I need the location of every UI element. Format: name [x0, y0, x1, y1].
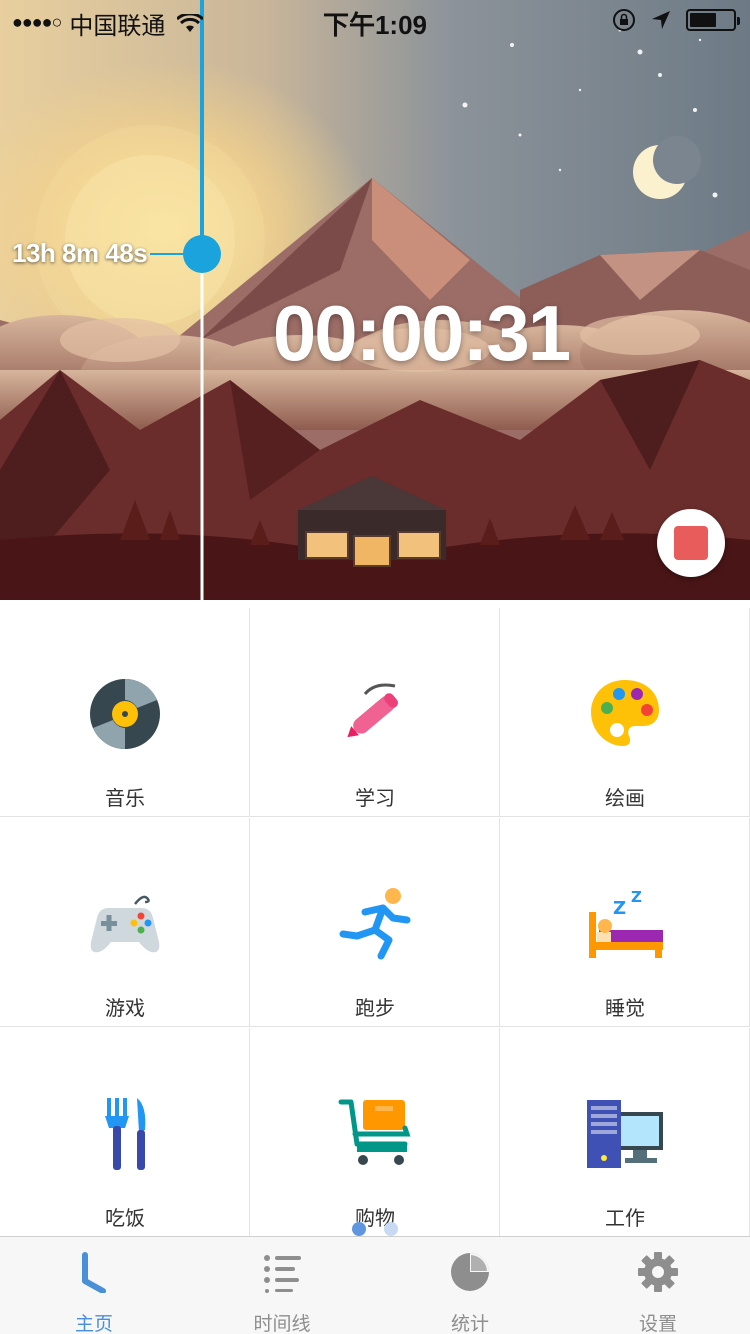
elapsed-time-label: 13h 8m 48s	[12, 238, 148, 268]
category-running[interactable]: 跑步	[250, 818, 500, 1027]
fork-knife-icon	[105, 1098, 146, 1170]
category-music[interactable]: 音乐	[0, 608, 250, 817]
battery-icon	[686, 9, 740, 31]
tab-label: 设置	[638, 1314, 677, 1334]
timer-display: 00:00:31	[272, 289, 571, 377]
page-dot-active[interactable]	[352, 1222, 366, 1236]
status-bar: ●●●●○ 中国联通 下午1:09	[0, 0, 750, 40]
category-label: 跑步	[355, 998, 395, 1020]
svg-text:Z: Z	[631, 888, 642, 906]
gear-icon	[638, 1252, 678, 1292]
home-clock-icon	[82, 1252, 106, 1293]
category-painting[interactable]: 绘画	[500, 608, 750, 817]
location-arrow-icon	[652, 11, 670, 29]
category-study[interactable]: 学习	[250, 608, 500, 817]
timeline-handle[interactable]	[183, 235, 221, 273]
shopping-cart-icon	[338, 1099, 411, 1165]
tab-label: 时间线	[253, 1314, 311, 1334]
timeline-list-icon	[264, 1255, 301, 1293]
pie-chart-icon	[451, 1253, 489, 1291]
desktop-computer-icon	[587, 1100, 663, 1168]
orientation-lock-icon	[613, 9, 635, 31]
category-grid: 音乐 学习 绘画 游戏 跑步 Z Z 睡觉 吃饭 购物 工作	[0, 608, 750, 1237]
category-eating[interactable]: 吃饭	[0, 1028, 250, 1237]
tab-settings[interactable]: 设置	[564, 1237, 750, 1334]
tab-label: 统计	[450, 1314, 489, 1334]
category-label: 绘画	[605, 788, 645, 810]
svg-text:Z: Z	[613, 898, 626, 919]
tab-bar: 主页 时间线 统计 设置	[0, 1236, 750, 1334]
tab-timeline[interactable]: 时间线	[188, 1237, 376, 1334]
tab-stats[interactable]: 统计	[376, 1237, 564, 1334]
category-label: 游戏	[105, 998, 145, 1020]
page-dot[interactable]	[384, 1222, 398, 1236]
category-label: 学习	[355, 788, 395, 810]
paint-palette-icon	[591, 680, 659, 746]
category-label: 睡觉	[605, 998, 645, 1020]
stop-icon	[674, 526, 708, 560]
category-shopping[interactable]: 购物	[250, 1028, 500, 1237]
stop-button[interactable]	[657, 509, 725, 577]
pen-icon	[347, 683, 399, 738]
category-work[interactable]: 工作	[500, 1028, 750, 1237]
bed-sleep-icon: Z Z	[589, 888, 663, 958]
page-indicator[interactable]	[0, 1222, 750, 1236]
category-games[interactable]: 游戏	[0, 818, 250, 1027]
category-sleep[interactable]: Z Z 睡觉	[500, 818, 750, 1027]
hero-banner: ●●●●○ 中国联通 下午1:09 13h 8m 48s 00:00:31	[0, 0, 750, 600]
category-label: 音乐	[105, 788, 145, 810]
gamepad-icon	[90, 895, 160, 953]
running-person-icon	[339, 888, 411, 960]
vinyl-record-icon	[90, 679, 160, 749]
tab-home[interactable]: 主页	[0, 1237, 188, 1334]
tab-label: 主页	[74, 1314, 113, 1334]
